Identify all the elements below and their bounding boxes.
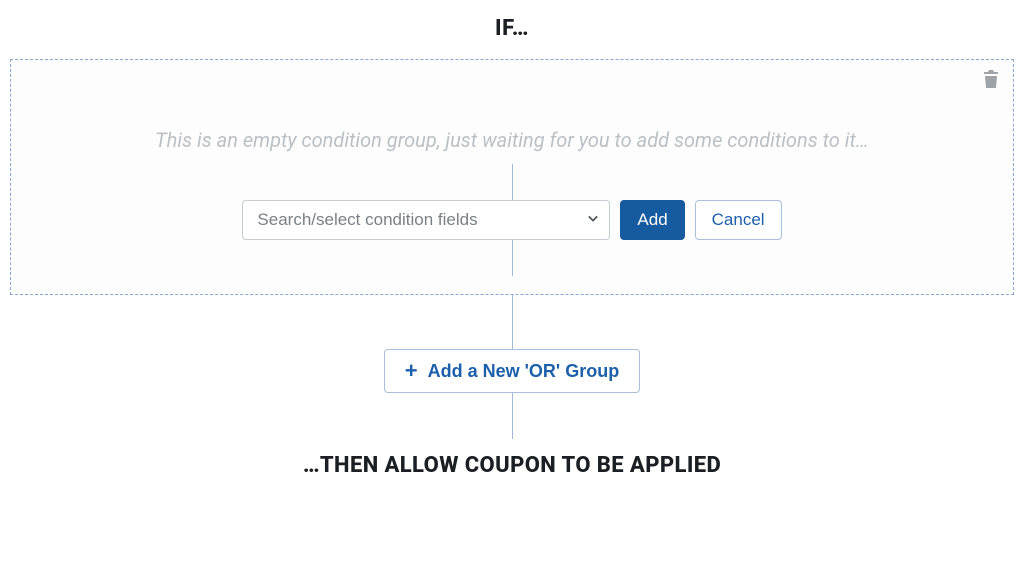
plus-icon: + — [405, 360, 418, 382]
connector-line — [512, 240, 513, 276]
cancel-condition-button[interactable]: Cancel — [695, 200, 782, 240]
add-condition-row: Add Cancel — [31, 200, 993, 240]
connector-line — [512, 393, 513, 439]
then-heading: …THEN ALLOW COUPON TO BE APPLIED — [10, 453, 1014, 478]
empty-group-hint: This is an empty condition group, just w… — [31, 128, 993, 152]
trash-icon[interactable] — [983, 70, 999, 88]
connector-line — [512, 295, 513, 349]
connector-line — [512, 164, 513, 200]
if-heading: IF… — [10, 16, 1014, 41]
add-condition-button[interactable]: Add — [620, 200, 684, 240]
condition-builder: IF… This is an empty condition group, ju… — [0, 16, 1024, 478]
condition-select[interactable] — [242, 200, 610, 240]
or-group-wrap: + Add a New 'OR' Group — [10, 349, 1014, 393]
condition-group: This is an empty condition group, just w… — [10, 59, 1014, 295]
condition-search-input[interactable] — [242, 200, 610, 240]
add-or-group-label: Add a New 'OR' Group — [428, 361, 620, 382]
add-or-group-button[interactable]: + Add a New 'OR' Group — [384, 349, 640, 393]
